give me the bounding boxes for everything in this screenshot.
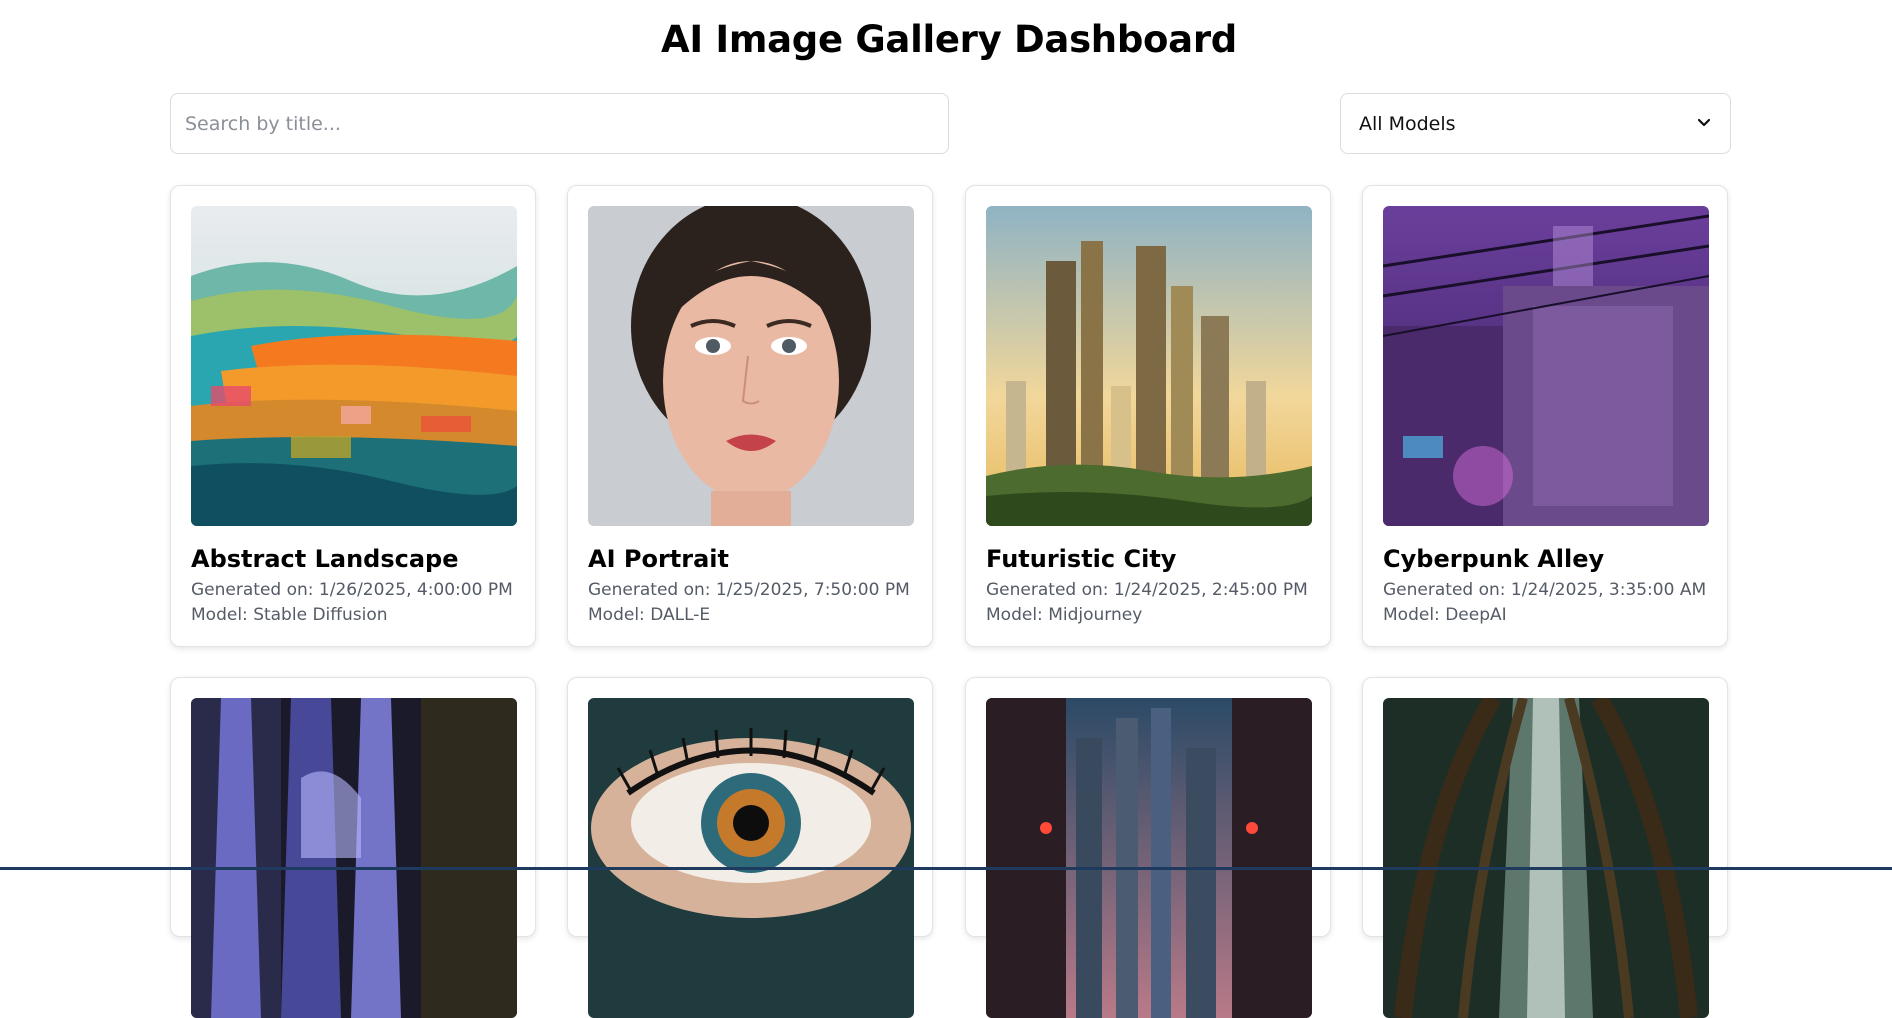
card-date: Generated on: 1/26/2025, 4:00:00 PM bbox=[191, 580, 513, 600]
gallery-card[interactable]: AI Portrait Generated on: 1/25/2025, 7:5… bbox=[567, 185, 933, 647]
card-title: Abstract Landscape bbox=[191, 545, 459, 573]
model-filter-select[interactable]: All Models bbox=[1340, 93, 1731, 154]
search-input[interactable] bbox=[170, 93, 949, 154]
gallery-card[interactable] bbox=[567, 677, 933, 1018]
card-date: Generated on: 1/24/2025, 3:35:00 AM bbox=[1383, 580, 1707, 600]
forest-path-image bbox=[1383, 698, 1709, 1018]
page-title: AI Image Gallery Dashboard bbox=[661, 18, 1237, 61]
card-model: Model: Stable Diffusion bbox=[191, 605, 388, 625]
waterfall-image bbox=[191, 698, 517, 1018]
card-title: AI Portrait bbox=[588, 545, 729, 573]
gallery-card[interactable] bbox=[170, 677, 536, 1018]
gallery-card[interactable]: Cyberpunk Alley Generated on: 1/24/2025,… bbox=[1362, 185, 1728, 647]
gallery-card[interactable] bbox=[1362, 677, 1728, 1018]
gallery-card[interactable]: Futuristic City Generated on: 1/24/2025,… bbox=[965, 185, 1331, 647]
card-model: Model: Midjourney bbox=[986, 605, 1143, 625]
eye-image bbox=[588, 698, 914, 1018]
chevron-down-icon bbox=[1696, 114, 1712, 134]
cyberpunk-alley-image bbox=[1383, 206, 1709, 526]
card-title: Futuristic City bbox=[986, 545, 1177, 573]
card-date: Generated on: 1/24/2025, 2:45:00 PM bbox=[986, 580, 1308, 600]
card-title: Cyberpunk Alley bbox=[1383, 545, 1605, 573]
card-model: Model: DALL-E bbox=[588, 605, 711, 625]
card-date: Generated on: 1/25/2025, 7:50:00 PM bbox=[588, 580, 910, 600]
city-street-image bbox=[986, 698, 1312, 1018]
model-filter-value: All Models bbox=[1359, 112, 1456, 135]
futuristic-city-image bbox=[986, 206, 1312, 526]
gallery-card[interactable]: Abstract Landscape Generated on: 1/26/20… bbox=[170, 185, 536, 647]
gallery-card[interactable] bbox=[965, 677, 1331, 1018]
card-model: Model: DeepAI bbox=[1383, 605, 1507, 625]
abstract-landscape-image bbox=[191, 206, 517, 526]
portrait-image bbox=[588, 206, 914, 526]
